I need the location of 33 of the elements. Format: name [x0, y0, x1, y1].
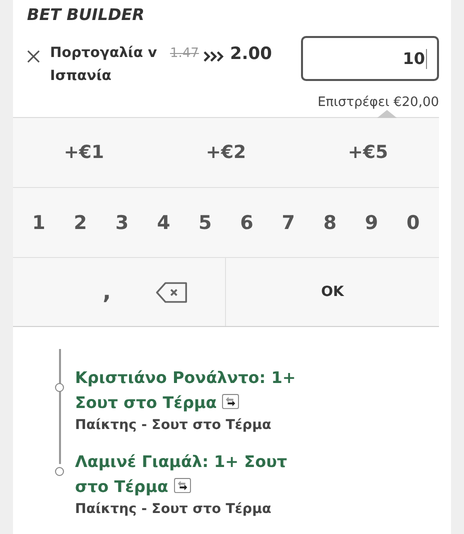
timeline-dot — [55, 467, 64, 476]
stake-field[interactable]: 10 — [301, 36, 439, 81]
leg-title: Κριστιάνο Ρονάλντο: 1+ Σουτ στο Τέρμα — [75, 367, 297, 414]
digit-key[interactable]: 0 — [392, 188, 434, 257]
close-icon[interactable] — [27, 50, 40, 63]
timeline-dot — [55, 383, 64, 392]
digit-key[interactable]: 3 — [101, 188, 143, 257]
quick-stake-button[interactable]: +€1 — [13, 118, 155, 187]
leg-title: Λαμινέ Γιαμάλ: 1+ Σουτ στο Τέρμα — [75, 451, 288, 498]
digit-key[interactable]: 9 — [350, 188, 392, 257]
digit-key[interactable]: 4 — [142, 188, 184, 257]
quick-stake-button[interactable]: +€2 — [155, 118, 297, 187]
digit-key[interactable]: 8 — [309, 188, 351, 257]
old-odds: 1.47 — [170, 46, 199, 61]
match-name: Πορτογαλία v Ισπανία — [50, 44, 158, 86]
swap-icon[interactable] — [222, 394, 240, 409]
ok-button[interactable]: OK — [225, 258, 439, 326]
section-title: BET BUILDER — [26, 4, 146, 26]
pointer-icon — [377, 110, 397, 118]
digit-key[interactable]: 2 — [60, 188, 102, 257]
digit-key[interactable]: 6 — [226, 188, 268, 257]
returns-text: Επιστρέφει €20,00 — [318, 95, 439, 110]
digit-key[interactable]: 1 — [18, 188, 60, 257]
comma-key[interactable]: , — [13, 258, 119, 326]
backspace-icon — [156, 282, 188, 302]
quick-stake-button[interactable]: +€5 — [297, 118, 439, 187]
market-name: Παίκτης - Σουτ στο Τέρμα — [75, 501, 272, 517]
digit-key[interactable]: 7 — [268, 188, 310, 257]
swap-icon[interactable] — [174, 478, 191, 493]
digit-key[interactable]: 5 — [184, 188, 226, 257]
chevrons-icon — [202, 50, 225, 63]
market-name: Παίκτης - Σουτ στο Τέρμα — [75, 417, 272, 433]
new-odds: 2.00 — [230, 44, 272, 64]
